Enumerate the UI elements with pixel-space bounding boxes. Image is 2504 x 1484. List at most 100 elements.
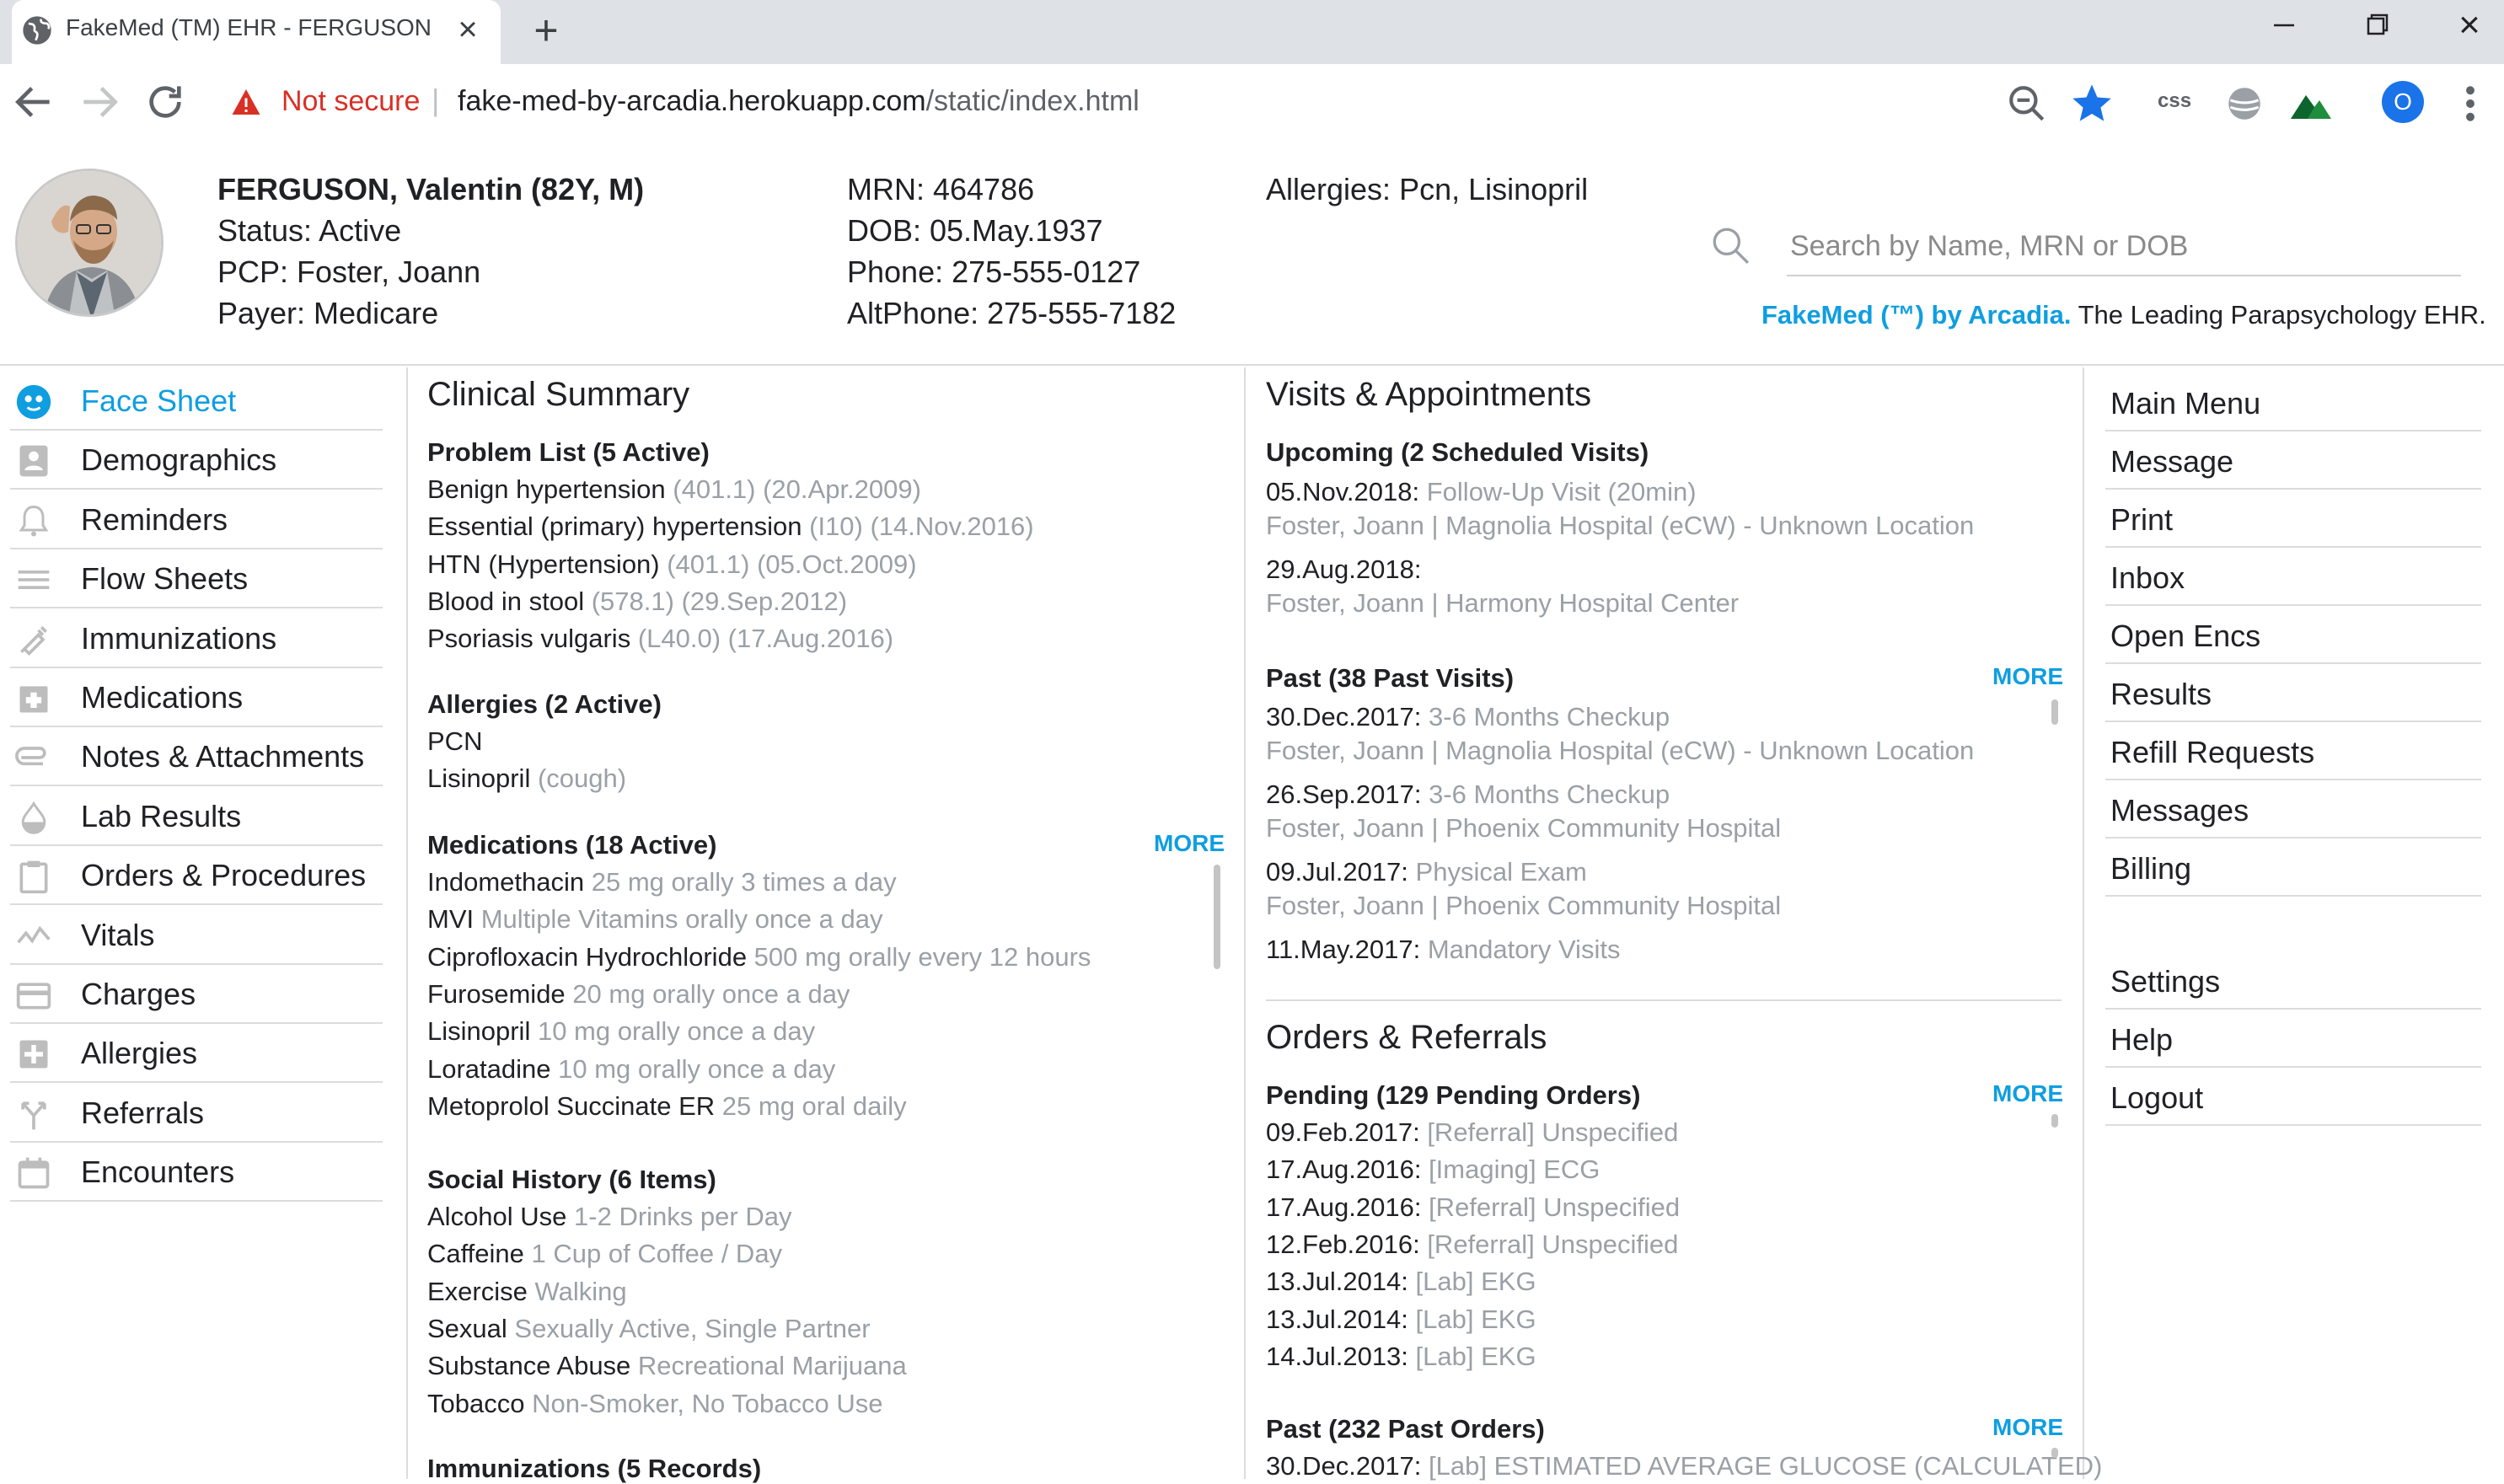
- sidebar-item-label: Reminders: [81, 501, 228, 537]
- zoom-out-icon[interactable]: [2006, 83, 2048, 125]
- upcoming-visit: 29.Aug.2018:: [1266, 554, 1421, 585]
- new-tab-button[interactable]: +: [523, 7, 570, 54]
- menu-item-main-menu[interactable]: Main Menu: [2105, 374, 2481, 431]
- medication-item-detail: 20 mg orally once a day: [565, 978, 850, 1009]
- patient-search-input[interactable]: [1787, 217, 2461, 276]
- patient-photo-image: [18, 171, 161, 314]
- menu-item-logout[interactable]: Logout: [2105, 1069, 2481, 1126]
- sidebar-item-label: Immunizations: [81, 620, 277, 656]
- sidebar-item-lab-results[interactable]: Lab Results: [10, 787, 383, 846]
- globe-icon: [23, 16, 51, 45]
- tagline-brand[interactable]: FakeMed (™) by Arcadia.: [1761, 300, 2072, 329]
- pending-order-detail: [Imaging] ECG: [1421, 1155, 1601, 1185]
- menu-item-help[interactable]: Help: [2105, 1010, 2481, 1068]
- allergy-item: Lisinopril (cough): [427, 763, 626, 794]
- pending-order: 13.Jul.2014: [Lab] EKG: [1266, 1305, 1536, 1335]
- sidebar-item-allergies[interactable]: Allergies: [10, 1024, 383, 1084]
- tab-close-icon[interactable]: ×: [447, 7, 489, 52]
- pending-orders-more-link[interactable]: MORE: [1992, 1080, 2063, 1107]
- past-visit-location-text: Foster, Joann | Magnolia Hospital (eCW) …: [1266, 736, 1975, 765]
- browser-menu-icon[interactable]: [2458, 81, 2483, 126]
- social-item: Substance Abuse Recreational Marijuana: [427, 1351, 907, 1381]
- problem-item-detail: (401.1) (05.Oct.2009): [659, 549, 917, 579]
- fork-icon: [21, 1101, 46, 1130]
- sidebar-item-vitals[interactable]: Vitals: [10, 906, 383, 965]
- past-visits-scrollbar[interactable]: [2051, 699, 2058, 725]
- css-extension-icon[interactable]: css: [2158, 89, 2191, 113]
- past-visit-detail: 3-6 Months Checkup: [1421, 702, 1670, 731]
- pending-orders-scrollbar[interactable]: [2051, 1114, 2058, 1128]
- allergy-item: PCN: [427, 726, 482, 757]
- allergy-item-detail: (cough): [530, 763, 627, 794]
- past-orders-more-link[interactable]: MORE: [1992, 1414, 2063, 1441]
- sidebar-item-demographics[interactable]: Demographics: [10, 431, 383, 490]
- menu-item-settings[interactable]: Settings: [2105, 952, 2481, 1010]
- past-visit: 11.May.2017: Mandatory Visits: [1266, 935, 1620, 965]
- extension-sphere-icon[interactable]: [2223, 83, 2265, 125]
- past-orders-scrollbar[interactable]: [2051, 1448, 2058, 1458]
- menu-item-billing[interactable]: Billing: [2105, 839, 2481, 897]
- clipboard-icon: [19, 860, 48, 894]
- social-item: Alcohol Use 1-2 Drinks per Day: [427, 1202, 791, 1232]
- window-restore-icon[interactable]: [2351, 8, 2402, 42]
- url-path: /static/index.html: [925, 85, 1139, 117]
- menu-item-label: Main Menu: [2110, 386, 2261, 421]
- sidebar-item-label: Lab Results: [81, 798, 242, 833]
- patient-name: FERGUSON, Valentin (82Y, M): [217, 172, 645, 206]
- orders-title: Orders & Referrals: [1266, 1019, 1547, 1056]
- pending-order-name: 09.Feb.2017:: [1266, 1117, 1420, 1147]
- bookmark-star-icon[interactable]: [2070, 81, 2114, 125]
- reload-icon[interactable]: [142, 78, 189, 126]
- past-orders-title: Past (232 Past Orders): [1266, 1414, 1545, 1444]
- social-item-detail: Non-Smoker, No Tobacco Use: [524, 1388, 883, 1418]
- menu-item-message[interactable]: Message: [2105, 432, 2481, 490]
- menu-item-messages[interactable]: Messages: [2105, 781, 2481, 838]
- patient-phone: Phone: 275-555-0127: [847, 254, 1141, 289]
- pending-order-name: 14.Jul.2013:: [1266, 1341, 1408, 1371]
- sidebar-item-orders-procedures[interactable]: Orders & Procedures: [10, 846, 383, 906]
- window-minimize-icon[interactable]: [2259, 8, 2309, 42]
- sidebar-item-immunizations[interactable]: Immunizations: [10, 609, 383, 668]
- sidebar-item-encounters[interactable]: Encounters: [10, 1143, 383, 1203]
- medication-item: Furosemide 20 mg orally once a day: [427, 979, 850, 1010]
- sidebar-item-medications[interactable]: Medications: [10, 668, 383, 727]
- past-visit-detail: 3-6 Months Checkup: [1421, 780, 1670, 809]
- menu-item-results[interactable]: Results: [2105, 665, 2481, 722]
- sidebar-item-face-sheet[interactable]: Face Sheet: [10, 372, 383, 431]
- medications-more-link[interactable]: MORE: [1154, 830, 1225, 857]
- medication-item: Indomethacin 25 mg orally 3 times a day: [427, 867, 897, 897]
- not-secure-label[interactable]: Not secure: [281, 85, 420, 118]
- warning-triangle-icon[interactable]: [231, 88, 261, 116]
- pulse-icon: [17, 925, 51, 944]
- url-field[interactable]: fake-med-by-arcadia.herokuapp.com/static…: [458, 85, 1139, 118]
- medications-scrollbar[interactable]: [1214, 865, 1220, 969]
- forward-arrow-icon[interactable]: [76, 78, 123, 126]
- sidebar-item-notes-attachments[interactable]: Notes & Attachments: [10, 727, 383, 787]
- pending-order: 09.Feb.2017: [Referral] Unspecified: [1266, 1117, 1678, 1148]
- sidebar-item-charges[interactable]: Charges: [10, 965, 383, 1024]
- medication-item: Lisinopril 10 mg orally once a day: [427, 1016, 815, 1047]
- back-arrow-icon[interactable]: [10, 78, 57, 126]
- profile-avatar[interactable]: O: [2382, 81, 2424, 123]
- problem-item-name: Psoriasis vulgaris: [427, 624, 631, 654]
- pending-order-name: 13.Jul.2014:: [1266, 1304, 1408, 1334]
- menu-item-label: Inbox: [2110, 560, 2185, 595]
- search-icon[interactable]: [1709, 224, 1751, 266]
- menu-item-refill-requests[interactable]: Refill Requests: [2105, 723, 2481, 780]
- pending-order: 17.Aug.2016: [Imaging] ECG: [1266, 1155, 1600, 1185]
- sidebar-item-referrals[interactable]: Referrals: [10, 1084, 383, 1143]
- sidebar-item-reminders[interactable]: Reminders: [10, 490, 383, 549]
- menu-item-open-encs[interactable]: Open Encs: [2105, 607, 2481, 664]
- medication-item-detail: 500 mg orally every 12 hours: [747, 941, 1091, 972]
- menu-item-label: Refill Requests: [2110, 735, 2315, 769]
- upcoming-visit-name: 29.Aug.2018:: [1266, 554, 1422, 584]
- menu-item-inbox[interactable]: Inbox: [2105, 549, 2481, 606]
- tab-title: FakeMed (TM) EHR - FERGUSON: [66, 14, 432, 40]
- extension-mountain-icon[interactable]: [2289, 84, 2333, 123]
- sidebar-item-flow-sheets[interactable]: Flow Sheets: [10, 549, 383, 609]
- window-close-icon[interactable]: ×: [2444, 3, 2495, 47]
- past-visits-more-link[interactable]: MORE: [1992, 663, 2063, 690]
- tagline-text: The Leading Parapsychology EHR.: [2071, 300, 2486, 329]
- past-visit-detail: Physical Exam: [1407, 857, 1587, 887]
- menu-item-print[interactable]: Print: [2105, 490, 2481, 548]
